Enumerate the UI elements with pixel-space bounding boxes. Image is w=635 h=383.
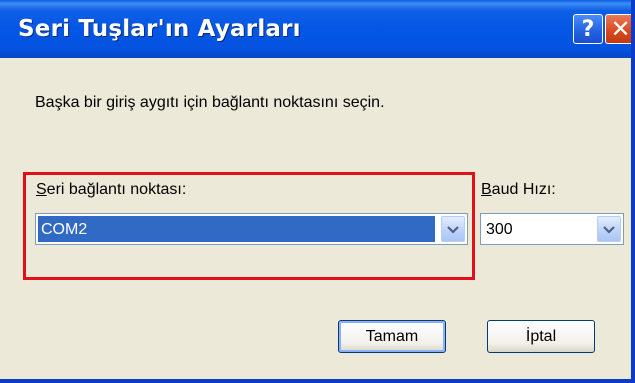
chevron-down-icon <box>603 225 615 234</box>
ok-button[interactable]: Tamam <box>338 320 446 353</box>
port-label: Seri bağlantı noktası: <box>36 181 186 199</box>
baud-selected-value: 300 <box>486 221 513 238</box>
close-button[interactable]: ✕ <box>605 14 631 44</box>
dialog-window: Seri Tuşlar'ın Ayarları ? ✕ Başka bir gi… <box>0 0 635 383</box>
baud-label-mnemonic: B <box>481 181 492 198</box>
window-title: Seri Tuşlar'ın Ayarları <box>18 16 301 42</box>
baud-dropdown-button[interactable] <box>597 216 621 242</box>
port-selected-value: COM2 <box>38 216 435 242</box>
baud-label-text: aud Hızı: <box>491 181 556 198</box>
port-label-mnemonic: S <box>36 181 47 198</box>
chevron-down-icon <box>447 225 459 234</box>
baud-select[interactable]: 300 <box>480 213 624 245</box>
help-button[interactable]: ? <box>573 14 603 44</box>
cancel-button[interactable]: İptal <box>487 320 595 353</box>
instruction-text: Başka bir giriş aygıtı için bağlantı nok… <box>35 94 385 111</box>
title-bar[interactable]: Seri Tuşlar'ın Ayarları ? ✕ <box>0 0 631 58</box>
baud-label: Baud Hızı: <box>481 181 556 199</box>
port-label-text: eri bağlantı noktası: <box>46 181 187 198</box>
port-dropdown-button[interactable] <box>441 216 465 242</box>
port-select[interactable]: COM2 <box>35 213 468 245</box>
close-icon: ✕ <box>610 15 631 43</box>
question-mark-icon: ? <box>581 16 595 42</box>
